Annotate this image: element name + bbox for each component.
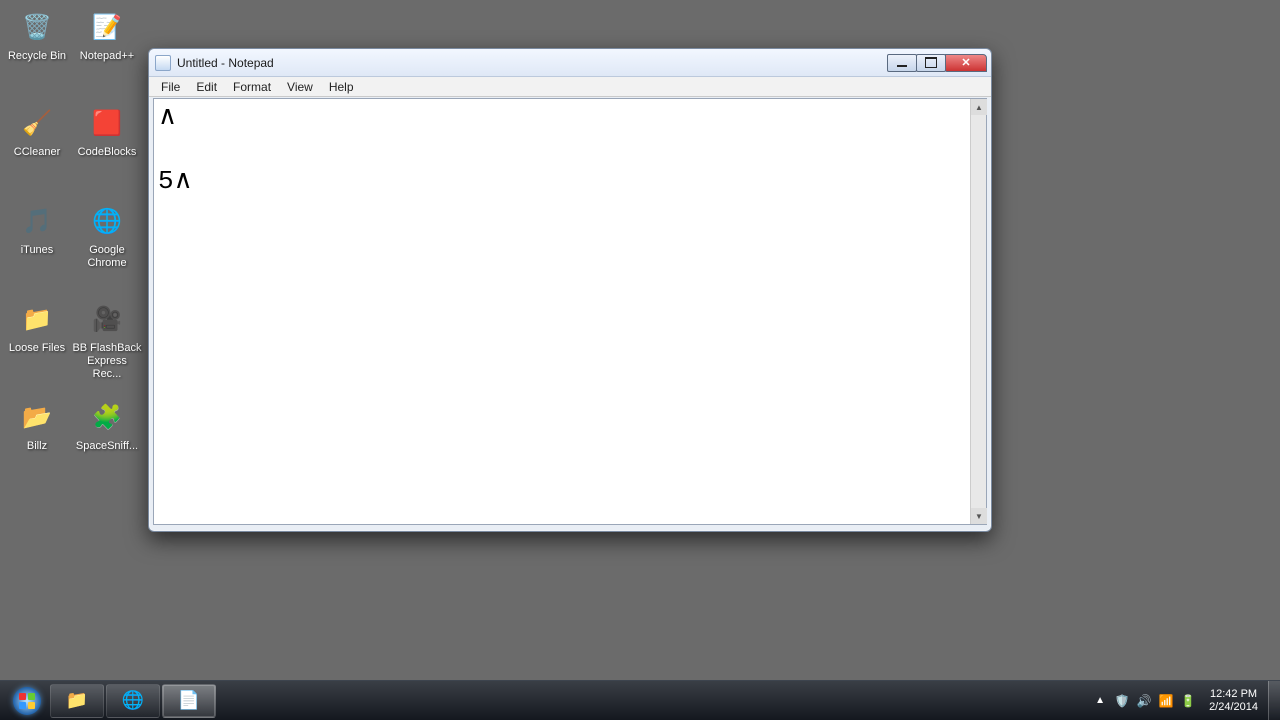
tray-icon-1[interactable]: 🔊 [1135, 692, 1153, 710]
window-controls [888, 54, 987, 72]
start-button[interactable] [6, 684, 48, 718]
desktop-icon-i5[interactable]: 🌐Google Chrome [72, 200, 142, 270]
windows-logo-icon [12, 686, 42, 716]
app-icon: 🌐 [86, 200, 128, 242]
scroll-up-arrow-icon[interactable]: ▲ [971, 99, 987, 115]
icon-label: iTunes [2, 244, 72, 257]
clock[interactable]: 12:42 PM 2/24/2014 [1199, 688, 1268, 714]
app-icon: 📝 [86, 6, 128, 48]
menu-view[interactable]: View [279, 78, 321, 96]
clock-date: 2/24/2014 [1209, 701, 1258, 714]
window-title: Untitled - Notepad [177, 56, 888, 70]
desktop-icon-i7[interactable]: 🎥BB FlashBack Express Rec... [72, 298, 142, 381]
vertical-scrollbar[interactable]: ▲ ▼ [970, 99, 986, 524]
desktop-icon-i9[interactable]: 🧩 SpaceSniff... [72, 396, 142, 453]
icon-label: Notepad++ [72, 50, 142, 63]
menu-format[interactable]: Format [225, 78, 279, 96]
menubar: FileEditFormatViewHelp [149, 77, 991, 97]
app-icon: 📂 [16, 396, 58, 438]
desktop-icon-i0[interactable]: 🗑️ Recycle Bin [2, 6, 72, 63]
scroll-down-arrow-icon[interactable]: ▼ [971, 508, 987, 524]
editor-area: ∧ 5∧ ▲ ▼ [153, 98, 987, 525]
taskbar-button-notepad[interactable]: 📄 [162, 684, 216, 718]
text-editor[interactable]: ∧ 5∧ [154, 99, 970, 524]
app-icon: 🗑️ [16, 6, 58, 48]
notepad-icon [155, 55, 171, 71]
minimize-button[interactable] [887, 54, 917, 72]
system-tray: ▲ 🛡️🔊📶🔋 12:42 PM 2/24/2014 [1089, 681, 1280, 720]
icon-label: Google Chrome [72, 244, 142, 270]
taskbar-button-explorer[interactable]: 📁 [50, 684, 104, 718]
app-icon: 🧹 [16, 102, 58, 144]
app-icon: 🧩 [86, 396, 128, 438]
desktop-icon-i3[interactable]: 🟥 CodeBlocks [72, 102, 142, 159]
icon-label: Billz [2, 440, 72, 453]
desktop-icon-i2[interactable]: 🧹 CCleaner [2, 102, 72, 159]
app-icon: 🎵 [16, 200, 58, 242]
icon-label: CodeBlocks [72, 146, 142, 159]
menu-edit[interactable]: Edit [188, 78, 225, 96]
menu-help[interactable]: Help [321, 78, 362, 96]
tray-icon-2[interactable]: 📶 [1157, 692, 1175, 710]
taskbar: 📁 🌐 📄 ▲ 🛡️🔊📶🔋 12:42 PM 2/24/2014 [0, 680, 1280, 720]
app-icon: 📁 [16, 298, 58, 340]
close-button[interactable] [945, 54, 987, 72]
icon-label: SpaceSniff... [72, 440, 142, 453]
tray-overflow-button[interactable]: ▲ [1089, 695, 1111, 706]
chrome-icon: 🌐 [122, 690, 144, 711]
show-desktop-button[interactable] [1268, 681, 1280, 720]
notepad-window: Untitled - Notepad FileEditFormatViewHel… [148, 48, 992, 532]
maximize-button[interactable] [916, 54, 946, 72]
icon-label: Loose Files [2, 342, 72, 355]
app-icon: 🟥 [86, 102, 128, 144]
desktop-icon-i6[interactable]: 📁 Loose Files [2, 298, 72, 355]
icon-label: BB FlashBack Express Rec... [72, 342, 142, 381]
explorer-icon: 📁 [66, 690, 88, 711]
icon-label: CCleaner [2, 146, 72, 159]
desktop-icon-i8[interactable]: 📂 Billz [2, 396, 72, 453]
menu-file[interactable]: File [153, 78, 188, 96]
icon-label: Recycle Bin [2, 50, 72, 63]
desktop-icon-i1[interactable]: 📝 Notepad++ [72, 6, 142, 63]
tray-icon-0[interactable]: 🛡️ [1113, 692, 1131, 710]
taskbar-button-chrome[interactable]: 🌐 [106, 684, 160, 718]
titlebar[interactable]: Untitled - Notepad [149, 49, 991, 77]
app-icon: 🎥 [86, 298, 128, 340]
notepad-icon: 📄 [178, 690, 200, 711]
clock-time: 12:42 PM [1209, 688, 1258, 701]
desktop-icon-i4[interactable]: 🎵 iTunes [2, 200, 72, 257]
tray-icon-3[interactable]: 🔋 [1179, 692, 1197, 710]
